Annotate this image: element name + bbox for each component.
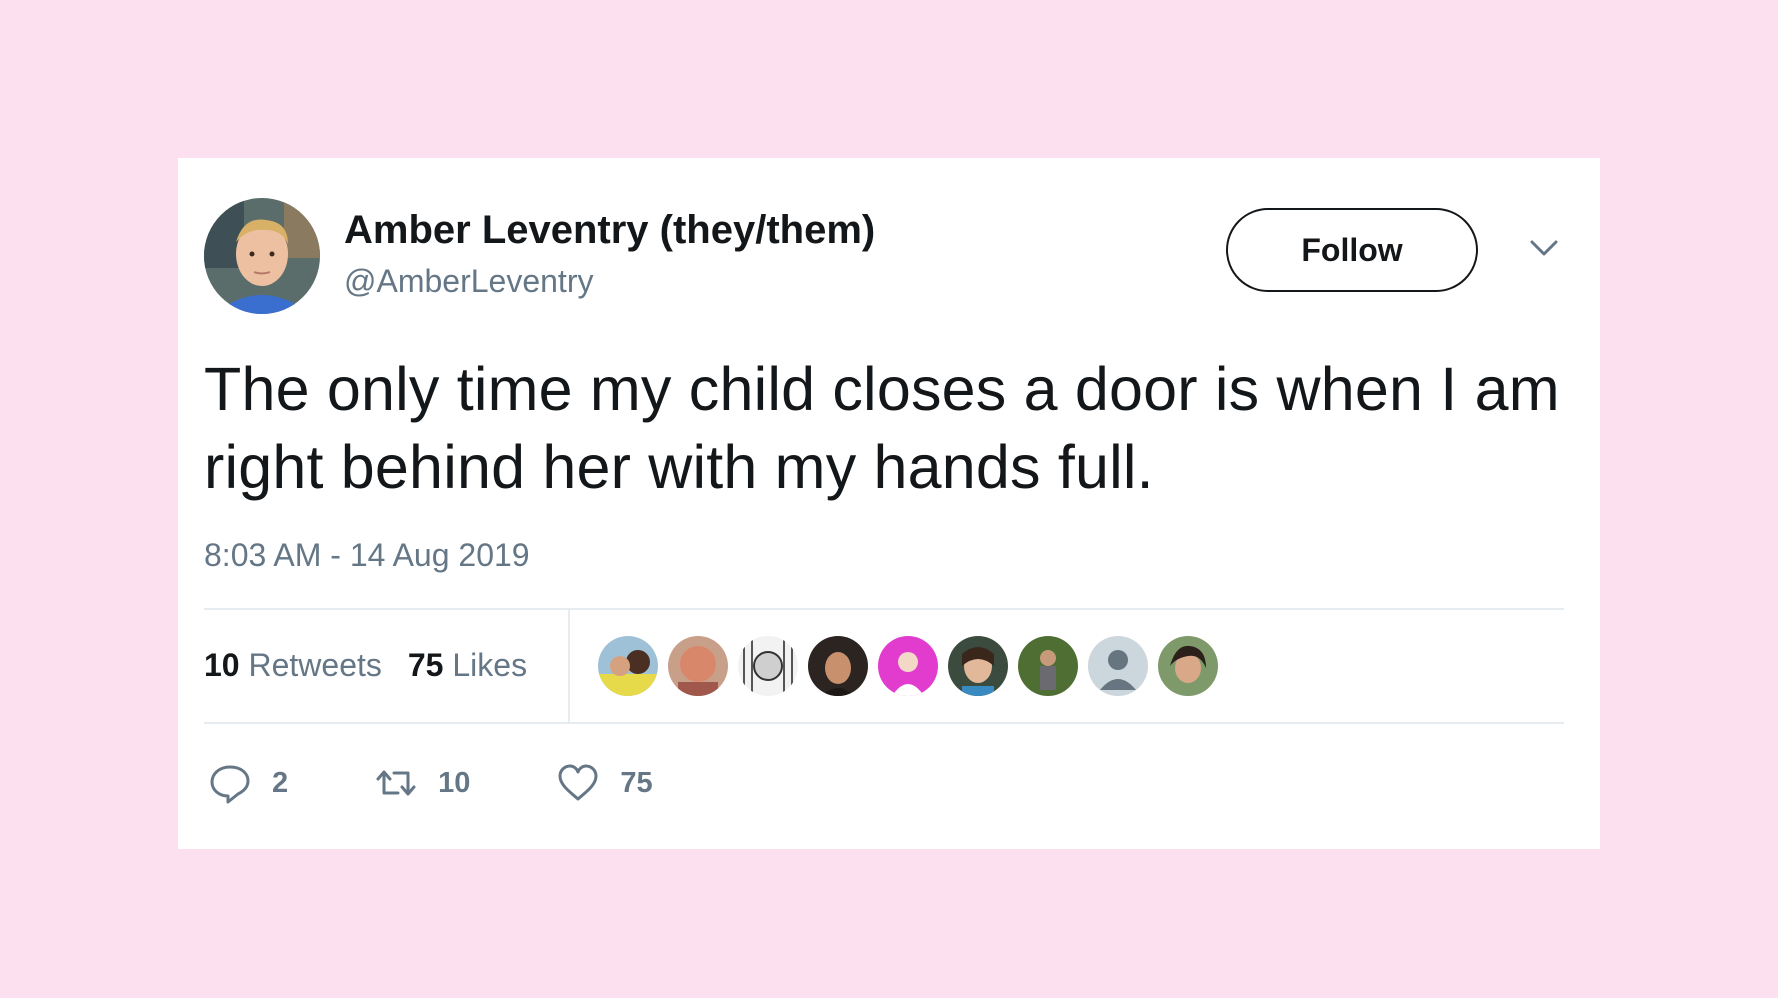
- tweet-text: The only time my child closes a door is …: [204, 355, 1560, 501]
- retweet-arrows-icon: [376, 770, 416, 796]
- liker-avatar[interactable]: [598, 636, 658, 696]
- heart-icon: [558, 764, 598, 801]
- liker-avatar[interactable]: [1018, 636, 1078, 696]
- follow-button[interactable]: Follow: [1226, 208, 1478, 292]
- liker-avatars: [598, 636, 1228, 696]
- tweet-timestamp[interactable]: 8:03 AM - 14 Aug 2019: [204, 536, 530, 574]
- retweets-stat[interactable]: 10 Retweets: [204, 647, 382, 684]
- tweet-actions: 2 10 75: [208, 758, 653, 808]
- retweets-stat-label: Retweets: [248, 646, 382, 683]
- chevron-down-icon[interactable]: [1526, 234, 1562, 262]
- likes-stat-count: 75: [407, 646, 444, 683]
- liker-avatar[interactable]: [668, 636, 728, 696]
- liker-avatar[interactable]: [808, 636, 868, 696]
- retweet-count: 10: [438, 766, 471, 799]
- reply-count: 2: [272, 766, 289, 799]
- tweet-card: Amber Leventry (they/them) @AmberLeventr…: [178, 158, 1600, 849]
- likes-stat[interactable]: 75 Likes: [408, 647, 527, 684]
- author-handle[interactable]: @AmberLeventry: [344, 262, 593, 300]
- author-avatar[interactable]: [204, 198, 320, 314]
- engagement-stats: 10 Retweets 75 Likes: [204, 608, 553, 722]
- stats-separator: [568, 608, 570, 722]
- liker-avatar[interactable]: [878, 636, 938, 696]
- like-button[interactable]: 75: [556, 761, 653, 805]
- liker-avatar[interactable]: [948, 636, 1008, 696]
- likes-stat-label: Likes: [452, 646, 528, 683]
- liker-avatar[interactable]: [1088, 636, 1148, 696]
- author-name[interactable]: Amber Leventry (they/them): [344, 206, 875, 254]
- retweet-button[interactable]: 10: [374, 761, 470, 805]
- divider: [204, 722, 1564, 724]
- like-count: 75: [620, 766, 653, 799]
- speech-bubble-icon: [210, 765, 250, 804]
- retweets-stat-count: 10: [204, 646, 240, 683]
- liker-avatar[interactable]: [738, 636, 798, 696]
- reply-button[interactable]: 2: [208, 761, 288, 805]
- liker-avatar[interactable]: [1158, 636, 1218, 696]
